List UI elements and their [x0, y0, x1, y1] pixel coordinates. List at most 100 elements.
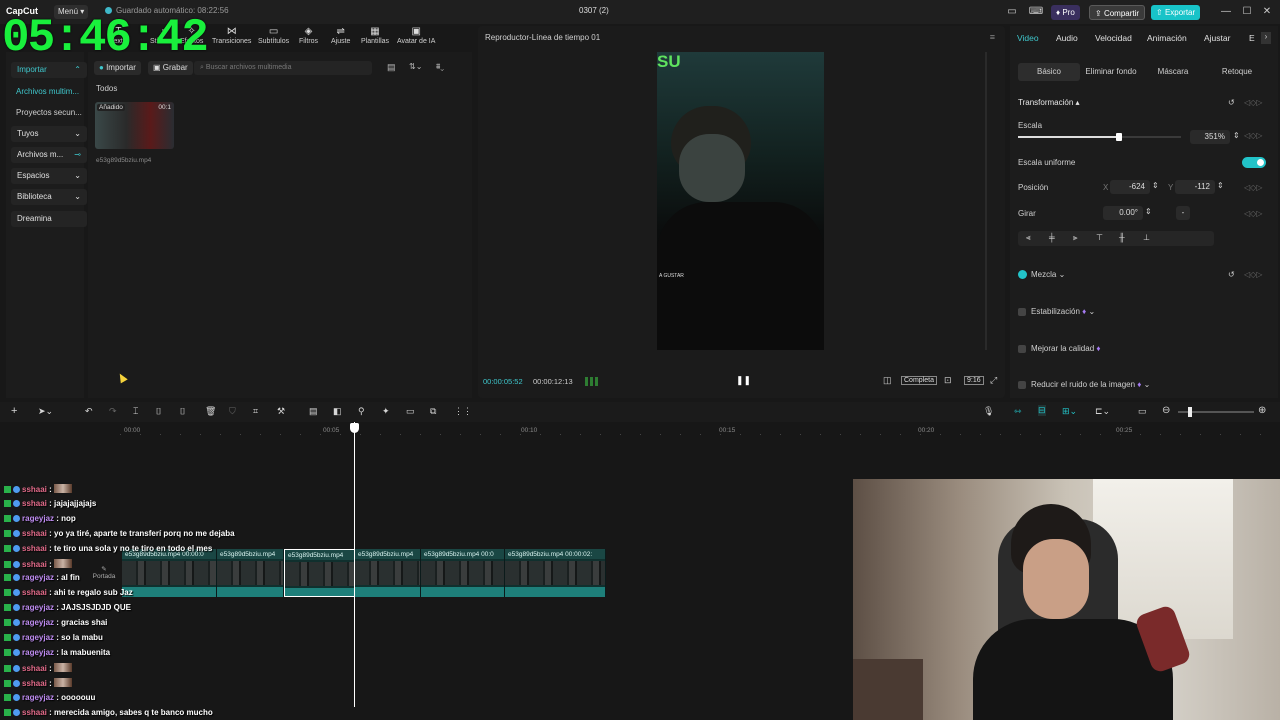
panel-menu-icon[interactable]: ≡: [990, 32, 995, 42]
waveform-icon[interactable]: ⋮⋮: [454, 406, 472, 417]
rotate-extra-button[interactable]: -: [1176, 206, 1190, 220]
media-search-input[interactable]: ⌕ Buscar archivos multimedia: [194, 61, 372, 75]
align-top-icon[interactable]: ⊤: [1096, 233, 1103, 242]
noise-checkbox[interactable]: [1018, 381, 1026, 389]
zoom-out-icon[interactable]: ⊖: [1162, 405, 1170, 416]
tab-more[interactable]: E: [1249, 33, 1255, 43]
stepper-icon[interactable]: ⇕: [1145, 207, 1152, 216]
select-tool-icon[interactable]: ➤⌄: [38, 406, 53, 417]
snap-icon[interactable]: ⊞⌄: [1062, 406, 1077, 417]
media-thumbnail[interactable]: Añadido 00:1: [95, 102, 174, 149]
timeline-clip[interactable]: e53g89d5bziu.mp4 00:00:02:: [505, 549, 606, 597]
scale-slider-handle[interactable]: [1116, 133, 1123, 141]
blend-check-icon[interactable]: [1018, 270, 1027, 279]
scale-value[interactable]: 351%: [1190, 130, 1230, 144]
share-button[interactable]: ⇪ Compartir: [1089, 5, 1146, 20]
align-center-h-icon[interactable]: ╪: [1049, 233, 1055, 242]
cover-button[interactable]: ✎ Portada: [90, 565, 118, 580]
delete-icon[interactable]: 🗑: [205, 406, 216, 417]
undo-icon[interactable]: ↶: [85, 406, 93, 417]
sidebar-item-library[interactable]: Biblioteca ⌄: [11, 189, 87, 205]
timeline-clip[interactable]: e53g89d5bziu.mp4: [217, 549, 284, 597]
subtab-remove-bg[interactable]: Eliminar fondo: [1082, 63, 1140, 81]
split-left-icon[interactable]: ⌷: [156, 406, 161, 417]
timeline-clip[interactable]: e53g89d5bziu.mp4 00:0: [421, 549, 505, 597]
tab-adjust[interactable]: Ajustar: [1204, 33, 1230, 43]
rotate-input[interactable]: 0.00°: [1103, 206, 1143, 220]
align-center-v-icon[interactable]: ╫: [1119, 233, 1125, 242]
layout-icon[interactable]: ▭: [1004, 4, 1020, 20]
stepper-icon[interactable]: ⇕: [1233, 131, 1240, 140]
zoom-slider[interactable]: [1178, 407, 1254, 417]
playhead-handle[interactable]: [350, 423, 359, 433]
mirror-icon[interactable]: ◧: [333, 406, 342, 417]
sidebar-item-spaces[interactable]: Espacios ⌄: [11, 168, 87, 184]
pro-button[interactable]: ♦ Pro: [1051, 5, 1080, 20]
subtab-mask[interactable]: Máscara: [1142, 63, 1204, 81]
filter-icon[interactable]: ⩩⌄: [436, 62, 444, 72]
keyframe-icon[interactable]: ◁◇▷: [1244, 270, 1262, 279]
add-track-icon[interactable]: +: [11, 405, 17, 417]
subtab-retouch[interactable]: Retoque: [1206, 63, 1268, 81]
uniform-scale-toggle[interactable]: [1242, 157, 1266, 168]
fit-icon[interactable]: ▭: [1138, 406, 1147, 417]
preview-axis-icon[interactable]: ⊏⌄: [1095, 406, 1110, 417]
timeline-clip[interactable]: e53g89d5bziu.mp4 00:00:0: [122, 549, 217, 597]
person-icon[interactable]: ⚲: [358, 406, 365, 417]
timeline-clip-selected[interactable]: e53g89d5bziu.mp4: [284, 549, 355, 597]
freeze-icon[interactable]: ▤: [309, 406, 318, 417]
stepper-icon[interactable]: ⇕: [1217, 181, 1224, 190]
align-left-icon[interactable]: ⫷: [1026, 233, 1031, 243]
position-x-input[interactable]: -624: [1110, 180, 1150, 194]
keyframe-icon[interactable]: ◁◇▷: [1244, 131, 1262, 140]
sidebar-item-media-files[interactable]: Archivos multim...: [16, 87, 79, 96]
export-button[interactable]: ⇧ Exportar: [1151, 5, 1201, 20]
zoom-in-icon[interactable]: ⊕: [1258, 405, 1266, 416]
close-icon[interactable]: ✕: [1259, 4, 1275, 20]
reset-icon[interactable]: ↺: [1228, 270, 1235, 279]
video-preview[interactable]: SU A GUSTAR: [657, 52, 824, 350]
chevron-right-icon[interactable]: ›: [1261, 32, 1271, 44]
tool-templates[interactable]: ▦ Plantillas: [361, 26, 389, 45]
sidebar-item-secondary-projects[interactable]: Proyectos secun...: [16, 108, 82, 117]
snapshot-icon[interactable]: ⊡: [944, 375, 952, 386]
grid-view-icon[interactable]: ▤: [387, 62, 396, 73]
sort-icon[interactable]: ⇅⌄: [409, 62, 422, 71]
shortcut-icon[interactable]: ⌨: [1028, 4, 1044, 20]
redo-icon[interactable]: ↷: [109, 406, 117, 417]
sidebar-item-dreamina[interactable]: Dreamina: [11, 211, 87, 227]
reset-icon[interactable]: ↺: [1228, 98, 1235, 107]
scale-slider[interactable]: [1018, 133, 1181, 141]
magic-icon[interactable]: ✦: [382, 406, 390, 417]
timeline-clip[interactable]: e53g89d5bziu.mp4: [355, 549, 421, 597]
align-bottom-icon[interactable]: ⊥: [1143, 233, 1150, 242]
subtitle-icon[interactable]: ▭: [406, 406, 415, 417]
stabilize-checkbox[interactable]: [1018, 308, 1026, 316]
minimize-icon[interactable]: —: [1218, 4, 1234, 20]
split-icon[interactable]: ⌶: [133, 406, 138, 417]
tool-ai-avatar[interactable]: ▣ Avatar de IA: [397, 26, 435, 45]
sidebar-item-yours[interactable]: Tuyos ⌄: [11, 126, 87, 142]
position-y-input[interactable]: -112: [1175, 180, 1215, 194]
tool-filters[interactable]: ◈ Filtros: [299, 26, 318, 45]
crop-icon[interactable]: ◫: [883, 375, 892, 386]
microphone-icon[interactable]: 🎙: [983, 406, 994, 417]
align-right-icon[interactable]: ⫸: [1073, 233, 1078, 243]
maximize-icon[interactable]: ☐: [1239, 4, 1255, 20]
pause-button[interactable]: ❚❚: [736, 375, 751, 386]
link-track-icon[interactable]: ⇿: [1014, 406, 1022, 417]
sidebar-item-files[interactable]: Archivos m... ⊸: [11, 147, 87, 163]
fullscreen-icon[interactable]: ⤢: [990, 375, 997, 386]
tab-animation[interactable]: Animación: [1147, 33, 1187, 43]
shield-icon[interactable]: ⛉: [229, 406, 236, 417]
quality-button[interactable]: Completa: [901, 376, 937, 385]
ratio-button[interactable]: 9:16: [964, 376, 984, 385]
tab-video[interactable]: Video: [1017, 33, 1039, 43]
tab-speed[interactable]: Velocidad: [1095, 33, 1132, 43]
stepper-icon[interactable]: ⇕: [1152, 181, 1159, 190]
crop-tool-icon[interactable]: ⌗: [253, 406, 258, 417]
tab-audio[interactable]: Audio: [1056, 33, 1078, 43]
quality-checkbox[interactable]: [1018, 345, 1026, 353]
export-frame-icon[interactable]: ⧉: [430, 406, 436, 417]
ai-edit-icon[interactable]: ⚒: [277, 406, 285, 417]
